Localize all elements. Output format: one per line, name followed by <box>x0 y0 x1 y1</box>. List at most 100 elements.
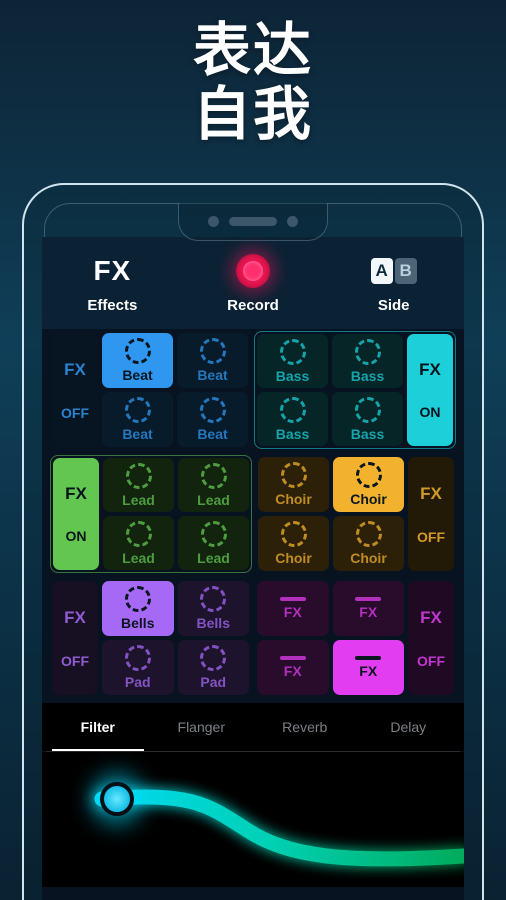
pad-pad[interactable]: Pad <box>177 640 249 695</box>
pad-choir[interactable]: Choir <box>258 457 329 512</box>
pad-label: Pad <box>124 674 151 690</box>
effect-tabs: Filter Flanger Reverb Delay <box>42 703 464 751</box>
pad-bells[interactable]: Bells <box>102 581 174 636</box>
filter-curve-pane[interactable] <box>42 752 464 887</box>
pad-pad[interactable]: Pad <box>102 640 174 695</box>
fx-toggle-off[interactable]: FX OFF <box>52 333 98 447</box>
fx-toggle-title: FX <box>419 360 441 379</box>
pad-bass[interactable]: Bass <box>257 392 328 446</box>
pad-label: Bass <box>350 367 385 384</box>
pad-label: Beat <box>197 426 228 442</box>
dashed-circle-icon <box>125 462 152 489</box>
pad-label: Bass <box>275 367 310 384</box>
pad-label: Beat <box>197 367 228 383</box>
ab-toggle-icon[interactable]: A B <box>370 258 417 284</box>
pad-beat[interactable]: Beat <box>177 392 248 447</box>
pad-label: FX <box>283 604 302 620</box>
headline-line-2: 自我 <box>192 82 313 147</box>
toolbar-item-side[interactable]: A B Side <box>323 251 464 329</box>
pad-label: Lead <box>197 491 230 508</box>
toolbar-label-record: Record <box>227 297 279 314</box>
fx-toggle-off[interactable]: FX OFF <box>408 457 454 571</box>
pads-container: Beat Beat Beat Beat <box>102 333 248 447</box>
toolbar-label-side: Side <box>377 297 410 314</box>
page-title: 表达 自我 <box>0 22 506 144</box>
pad-fx[interactable]: FX <box>332 581 404 636</box>
pad-row: FX OFF Beat Beat Beat Beat Bass Bass Bass Bass FX O… <box>50 331 456 449</box>
pad-grid: FX OFF Beat Beat Beat Beat Bass Bass Bass Bass FX O… <box>42 329 464 697</box>
fx-toggle-on[interactable]: FX ON <box>53 458 99 570</box>
pad-bass[interactable]: Bass <box>332 334 403 388</box>
pad-bells[interactable]: Bells <box>177 581 249 636</box>
pad-group-left: FX OFF Bells Bells Pad Pad <box>50 579 251 697</box>
pad-fx[interactable]: FX <box>332 640 404 695</box>
toolbar-item-effects[interactable]: FX Effects <box>42 251 183 329</box>
pad-label: Choir <box>350 550 387 566</box>
dashed-circle-icon <box>354 396 381 423</box>
tab-flanger[interactable]: Flanger <box>150 703 254 751</box>
pad-fx[interactable]: FX <box>257 640 329 695</box>
pad-beat[interactable]: Beat <box>177 333 248 388</box>
tab-reverb[interactable]: Reverb <box>253 703 357 751</box>
pad-label: Choir <box>350 491 387 507</box>
dashed-circle-icon <box>279 396 306 423</box>
pad-group-left: FX OFF Beat Beat Beat Beat <box>50 331 250 449</box>
pads-container: Bass Bass Bass Bass <box>257 334 403 446</box>
pad-label: Bass <box>350 425 385 442</box>
fx-toggle-state: OFF <box>417 652 445 669</box>
pad-fx[interactable]: FX <box>257 581 329 636</box>
fx-toggle-state: ON <box>419 404 441 420</box>
dashed-circle-icon <box>200 586 227 612</box>
pad-label: Pad <box>200 674 227 690</box>
filter-curve <box>94 789 464 867</box>
pad-choir[interactable]: Choir <box>333 516 404 571</box>
pad-beat[interactable]: Beat <box>102 392 173 447</box>
fx-toggle-off[interactable]: FX OFF <box>52 581 98 695</box>
fx-toggle-title: FX <box>64 359 86 379</box>
dashed-circle-icon <box>124 645 151 671</box>
pad-label: Choir <box>275 491 312 507</box>
tab-filter[interactable]: Filter <box>46 703 150 751</box>
pad-group-right: Bass Bass Bass Bass FX ON <box>254 331 456 449</box>
side-option-b[interactable]: B <box>394 258 417 284</box>
pads-container: Bells Bells Pad Pad <box>102 581 249 695</box>
dashed-circle-icon <box>199 338 226 364</box>
pad-label: Lead <box>197 549 230 566</box>
pad-choir[interactable]: Choir <box>333 457 404 512</box>
pad-beat[interactable]: Beat <box>102 333 173 388</box>
filter-handle-knob[interactable] <box>100 782 134 816</box>
pad-lead[interactable]: Lead <box>103 458 174 512</box>
dashed-circle-icon <box>355 462 382 488</box>
top-toolbar: FX Effects Record A B Side <box>42 237 464 329</box>
camera-dot-icon <box>208 216 219 227</box>
pad-group-right: Choir Choir Choir Choir FX OFF <box>256 455 456 573</box>
camera-dot-icon <box>287 216 298 227</box>
fx-toggle-off[interactable]: FX OFF <box>408 581 454 695</box>
fx-toggle-title: FX <box>64 607 86 627</box>
headline-line-1: 表达 <box>192 18 313 83</box>
slider-line-icon <box>355 597 382 601</box>
side-option-a[interactable]: A <box>370 258 393 284</box>
fx-toggle-state: ON <box>65 528 87 544</box>
pad-lead[interactable]: Lead <box>178 516 249 570</box>
pad-label: Lead <box>122 549 155 566</box>
pad-bass[interactable]: Bass <box>257 334 328 388</box>
pad-row: FX ON Lead Lead Lead Lead Choir Choir Choir Choir… <box>50 455 456 573</box>
pad-bass[interactable]: Bass <box>332 392 403 446</box>
pad-lead[interactable]: Lead <box>103 516 174 570</box>
dashed-circle-icon <box>200 520 227 547</box>
pad-choir[interactable]: Choir <box>258 516 329 571</box>
fx-icon: FX <box>93 255 132 286</box>
toolbar-item-record[interactable]: Record <box>183 251 324 329</box>
pads-container: Choir Choir Choir Choir <box>258 457 404 571</box>
phone-notch <box>178 203 328 241</box>
pad-group-right: FX FX FX FX FX OFF <box>255 579 456 697</box>
dashed-circle-icon <box>280 521 307 547</box>
fx-toggle-on[interactable]: FX ON <box>407 334 453 446</box>
dashed-circle-icon <box>200 462 227 489</box>
tab-delay[interactable]: Delay <box>357 703 461 751</box>
dashed-circle-icon <box>199 397 226 423</box>
pad-label: Bells <box>121 615 155 631</box>
promo-screenshot: 表达 自我 FX Effects Record A B Side FX OFF … <box>0 0 506 900</box>
pad-lead[interactable]: Lead <box>178 458 249 512</box>
